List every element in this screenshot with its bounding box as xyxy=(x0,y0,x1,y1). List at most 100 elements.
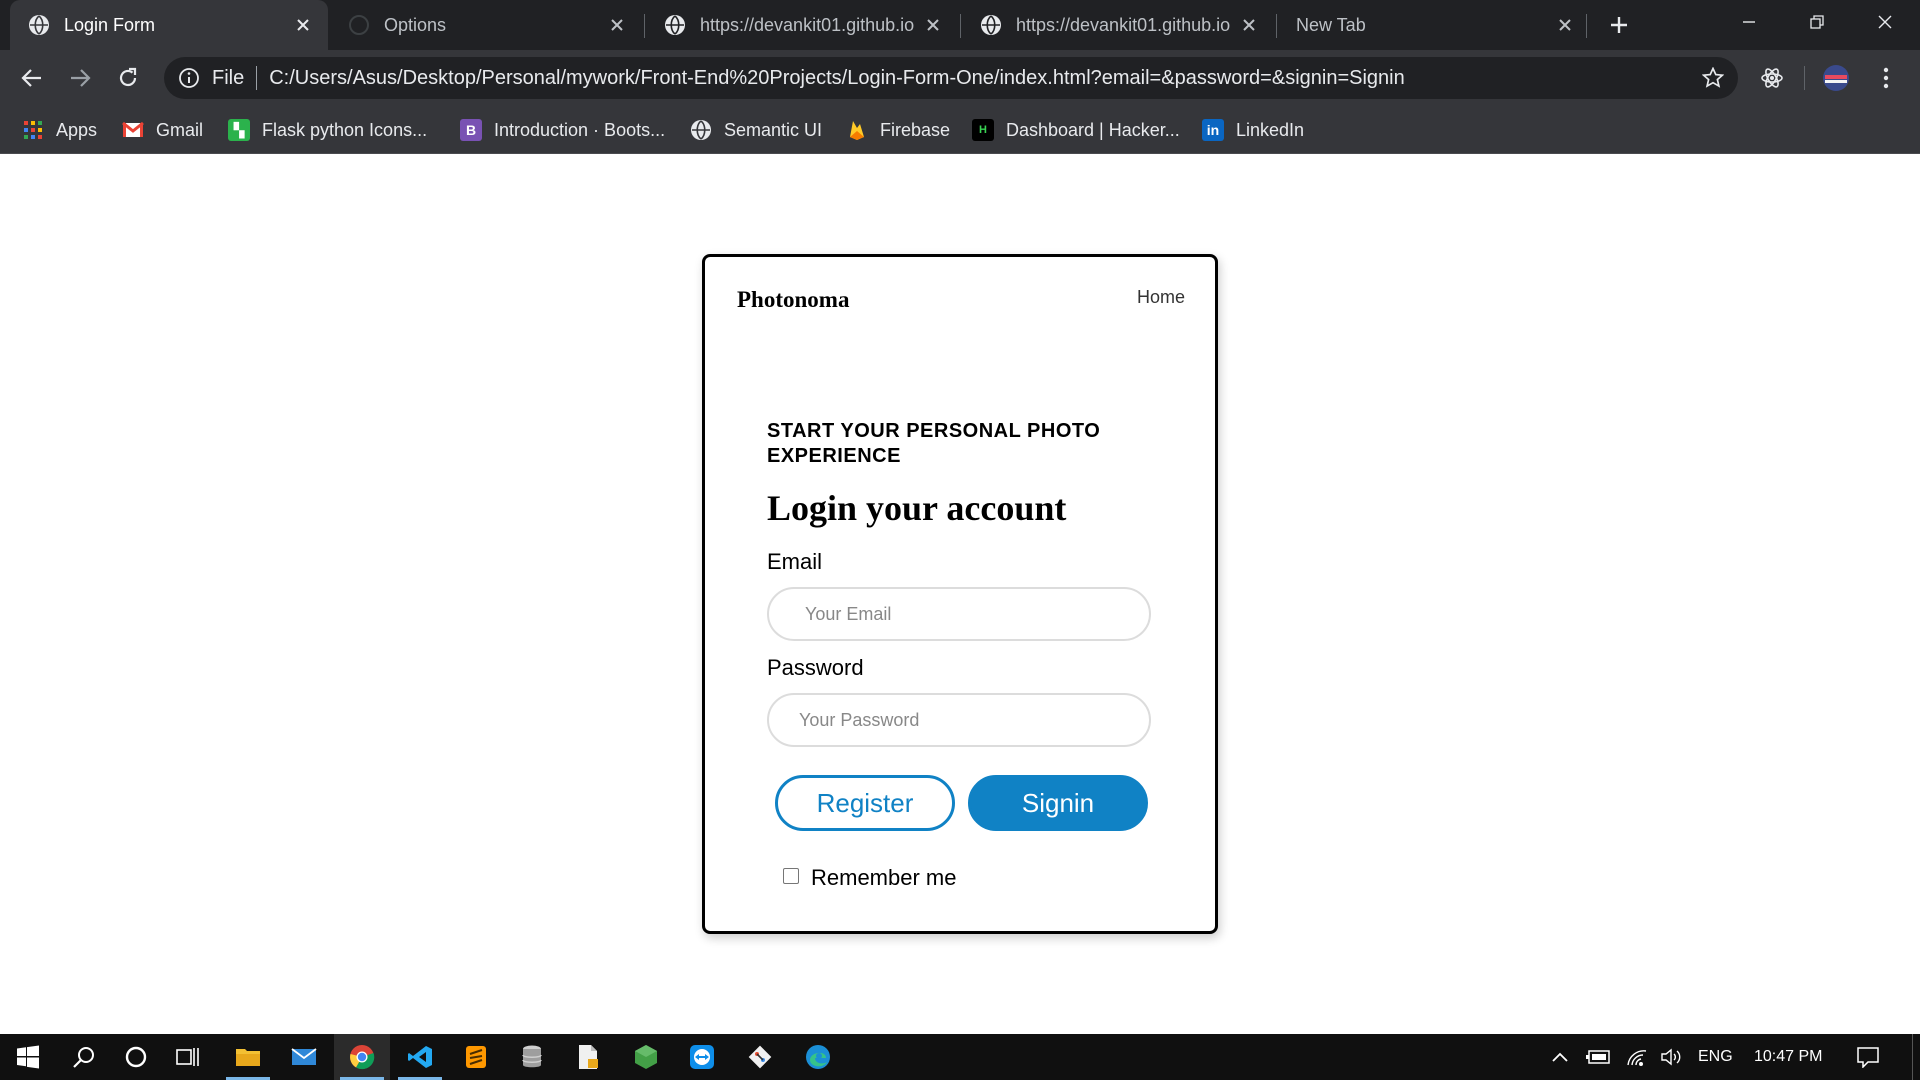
bookmark-hackerrank[interactable]: H Dashboard | Hacker... xyxy=(972,116,1180,144)
tab-login-form[interactable]: Login Form xyxy=(10,0,328,50)
profile-avatar[interactable] xyxy=(1822,64,1850,92)
mail-icon xyxy=(291,1048,317,1065)
remember-me-checkbox[interactable] xyxy=(783,868,799,884)
password-field-wrapper xyxy=(767,693,1151,747)
apps-grid-icon xyxy=(22,119,44,141)
forward-button[interactable] xyxy=(62,60,98,96)
battery-status[interactable] xyxy=(1586,1034,1612,1080)
cortana-icon xyxy=(125,1046,147,1068)
bookmark-label: LinkedIn xyxy=(1236,119,1305,140)
taskbar-teamviewer[interactable] xyxy=(674,1034,730,1080)
taskbar-database-app[interactable] xyxy=(504,1034,560,1080)
restore-icon xyxy=(1810,15,1824,29)
page-viewport: Photonoma Home START YOUR PERSONAL PHOTO… xyxy=(0,154,1920,1034)
restore-button[interactable] xyxy=(1784,0,1850,44)
tab-new-tab[interactable]: New Tab xyxy=(1278,0,1590,50)
input-language[interactable]: ENG xyxy=(1698,1034,1733,1080)
page-title: Login your account xyxy=(767,488,1067,528)
star-icon[interactable] xyxy=(1702,67,1724,89)
taskbar-chrome[interactable] xyxy=(334,1034,390,1080)
minimize-button[interactable] xyxy=(1716,0,1782,44)
taskbar-document-app[interactable] xyxy=(560,1034,616,1080)
tab-github-1[interactable]: https://devankit01.github.io xyxy=(646,0,958,50)
address-bar[interactable]: File C:/Users/Asus/Desktop/Personal/mywo… xyxy=(164,57,1738,99)
browser-toolbar: File C:/Users/Asus/Desktop/Personal/mywo… xyxy=(0,50,1920,106)
folder-icon xyxy=(236,1049,260,1066)
windows-logo-icon xyxy=(17,1045,39,1069)
search-button[interactable] xyxy=(56,1034,112,1080)
url-text[interactable]: C:/Users/Asus/Desktop/Personal/mywork/Fr… xyxy=(269,67,1405,90)
volume-control[interactable] xyxy=(1660,1034,1684,1080)
taskbar-file-explorer[interactable] xyxy=(220,1034,276,1080)
close-tab-icon[interactable] xyxy=(292,14,314,36)
login-card: Photonoma Home START YOUR PERSONAL PHOTO… xyxy=(702,254,1218,934)
action-center-button[interactable] xyxy=(1856,1034,1880,1080)
taskbar-edge[interactable] xyxy=(790,1034,846,1080)
arrow-left-icon xyxy=(21,69,41,87)
kebab-menu-icon xyxy=(1883,67,1889,89)
tab-title: https://devankit01.github.io xyxy=(1016,14,1231,35)
info-icon[interactable] xyxy=(178,67,200,89)
tab-strip: Login Form Options https://devankit01.gi… xyxy=(0,0,1920,50)
taskbar-mail[interactable] xyxy=(276,1034,332,1080)
bookmark-bootstrap[interactable]: B Introduction · Boots... xyxy=(460,116,665,144)
reload-button[interactable] xyxy=(110,60,146,96)
omnibox-divider xyxy=(256,66,258,90)
chrome-menu-button[interactable] xyxy=(1872,64,1900,92)
toolbar-divider xyxy=(1804,66,1805,90)
taskbar-nodejs[interactable] xyxy=(618,1034,674,1080)
tab-divider xyxy=(644,14,645,38)
hackerrank-icon: H xyxy=(972,119,994,141)
tab-title: https://devankit01.github.io xyxy=(700,14,915,35)
remember-me-row[interactable]: Remember me xyxy=(783,865,956,891)
bookmark-label: Apps xyxy=(56,119,98,140)
bookmark-flask-icons[interactable]: ▚ Flask python Icons... xyxy=(228,116,427,144)
close-tab-icon[interactable] xyxy=(1238,14,1260,36)
bootstrap-icon: B xyxy=(460,119,482,141)
back-button[interactable] xyxy=(14,60,50,96)
cortana-button[interactable] xyxy=(108,1034,164,1080)
speaker-icon xyxy=(1661,1048,1681,1066)
task-view-button[interactable] xyxy=(160,1034,216,1080)
tab-github-2[interactable]: https://devankit01.github.io xyxy=(962,0,1274,50)
bookmark-apps[interactable]: Apps xyxy=(22,116,97,144)
globe-icon xyxy=(690,119,712,141)
tab-options[interactable]: Options xyxy=(330,0,642,50)
gmail-icon xyxy=(122,119,144,141)
clock[interactable]: 10:47 PM xyxy=(1754,1034,1822,1080)
scheme-label: File xyxy=(212,66,245,89)
reload-icon xyxy=(119,67,137,87)
new-tab-button[interactable] xyxy=(1604,10,1634,40)
taskbar-sublime[interactable] xyxy=(448,1034,504,1080)
close-tab-icon[interactable] xyxy=(1554,14,1576,36)
close-tab-icon[interactable] xyxy=(606,14,628,36)
register-button[interactable]: Register xyxy=(775,775,955,831)
taskbar-git[interactable] xyxy=(732,1034,788,1080)
nav-home-link[interactable]: Home xyxy=(1137,287,1185,308)
bookmark-gmail[interactable]: Gmail xyxy=(122,116,203,144)
bookmark-firebase[interactable]: Firebase xyxy=(846,116,950,144)
password-field[interactable] xyxy=(769,695,1149,745)
network-status[interactable] xyxy=(1626,1034,1648,1080)
tab-divider xyxy=(960,14,961,38)
show-hidden-icons-button[interactable] xyxy=(1550,1034,1570,1080)
password-label: Password xyxy=(767,655,864,680)
brand-logo[interactable]: Photonoma xyxy=(737,287,849,313)
tab-divider xyxy=(1276,14,1277,38)
show-desktop-button[interactable] xyxy=(1912,1034,1913,1080)
signin-button[interactable]: Signin xyxy=(968,775,1148,831)
vscode-icon xyxy=(408,1046,432,1068)
react-devtools-icon[interactable] xyxy=(1758,64,1786,92)
tab-title: Login Form xyxy=(64,14,156,35)
email-label: Email xyxy=(767,549,823,574)
email-field[interactable] xyxy=(769,589,1149,639)
search-icon xyxy=(73,1047,94,1068)
taskbar-vscode[interactable] xyxy=(392,1034,448,1080)
close-tab-icon[interactable] xyxy=(922,14,944,36)
bookmark-semantic-ui[interactable]: Semantic UI xyxy=(690,116,822,144)
firebase-icon xyxy=(846,119,868,141)
start-button[interactable] xyxy=(0,1034,56,1080)
bookmark-linkedin[interactable]: in LinkedIn xyxy=(1202,116,1304,144)
close-window-button[interactable] xyxy=(1852,0,1918,44)
task-view-icon xyxy=(176,1048,199,1066)
